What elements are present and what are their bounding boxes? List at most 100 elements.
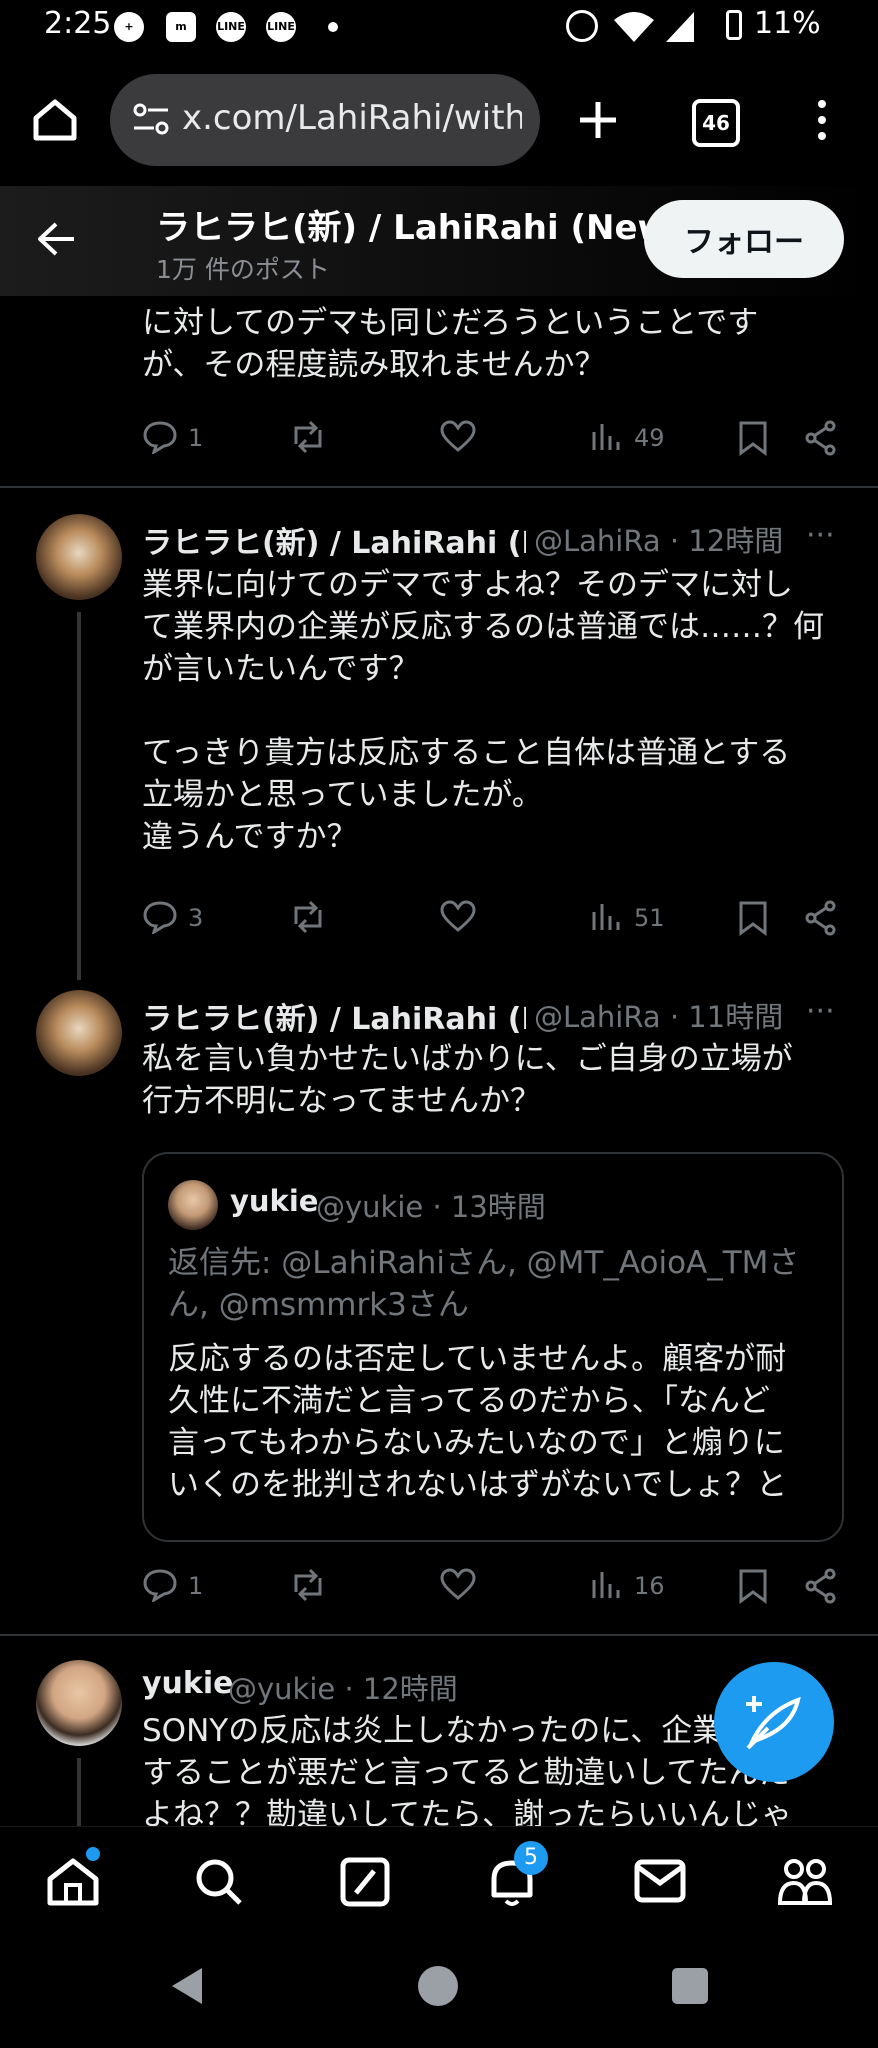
reply-to-line: ん, @msmmrk3さん [168, 1287, 469, 1323]
compose-button[interactable] [714, 1662, 834, 1782]
retweet-icon[interactable] [288, 420, 328, 460]
tweet-text: に対してのデマも同じだろうということです が、その程度読み取れませんか？ [142, 302, 758, 386]
tweet-text-line: に対してのデマも同じだろうということです [142, 305, 759, 341]
tweet-author-name[interactable]: ラヒラヒ(新) / LahiRahi (Ne [142, 518, 526, 562]
tweet-author-name[interactable]: ラヒラヒ(新) / LahiRahi (Ne [142, 994, 526, 1038]
tweet-text-line: て業界内の企業が反応するのは普通では……？何 [142, 609, 824, 645]
reply-count: 3 [188, 904, 204, 932]
more-icon[interactable]: ··· [806, 518, 835, 553]
tweet-text-line: が言いたいんです？ [142, 651, 420, 687]
tweet-text-line: 行方不明になってませんか？ [142, 1083, 541, 1119]
bookmark-icon[interactable] [738, 900, 768, 942]
quoted-author-name[interactable]: yukie [230, 1184, 318, 1218]
views-icon[interactable] [590, 420, 622, 460]
tweet-divider [0, 486, 878, 488]
notification-badge: 5 [514, 1841, 548, 1875]
site-settings-icon[interactable] [132, 102, 172, 138]
tweet-author-name[interactable]: yukie [142, 1666, 234, 1701]
communities-tab-icon[interactable] [776, 1855, 834, 1911]
tweet-text-line: が、その程度読み取れませんか？ [142, 347, 606, 383]
tweet-actions: 1 49 [142, 420, 842, 460]
thread-line [77, 1758, 81, 1828]
tweet-actions: 3 51 [142, 900, 842, 940]
new-tab-icon[interactable] [578, 100, 618, 140]
bottom-nav: 5 [0, 1826, 878, 1937]
tab-switcher-button[interactable]: 46 [692, 99, 740, 147]
bookmark-icon[interactable] [738, 420, 768, 462]
views-count: 51 [634, 904, 665, 932]
tweet-text-line: 立場かと思っていましたが。 [142, 777, 543, 813]
views-count: 49 [634, 424, 665, 452]
reply-to-text: 返信先: @LahiRahiさん, @MT_AoioA_TMさ ん, @msmm… [168, 1242, 799, 1326]
reply-icon[interactable] [142, 420, 178, 460]
home-icon[interactable] [32, 98, 78, 142]
avatar[interactable] [36, 514, 122, 600]
reply-icon[interactable] [142, 900, 178, 940]
tweet-handle-time[interactable]: @yukie · 12時間 [228, 1666, 458, 1708]
tweet-text-line: てっきり貴方は反応すること自体は普通とする [142, 735, 791, 771]
like-icon[interactable] [440, 1568, 476, 1608]
status-bar: 2:25 + m LINE LINE 11% [0, 0, 878, 54]
tweet-handle-time[interactable]: @LahiRa · 12時間 [534, 518, 783, 560]
wifi-icon [614, 12, 654, 42]
tweet-text-line: することが悪だと言ってると勘違いしてたんだ [142, 1755, 791, 1791]
tweet-handle-time[interactable]: @LahiRa · 11時間 [534, 994, 783, 1036]
search-tab-icon[interactable] [194, 1857, 244, 1911]
battery-percent: 11% [754, 6, 821, 41]
tweet-text-line: 違うんですか？ [142, 819, 358, 855]
quoted-text-line: 言ってもわからないみたいなので」と煽りに [168, 1425, 785, 1461]
like-icon[interactable] [440, 420, 476, 460]
back-nav-icon[interactable] [170, 1966, 204, 2006]
unread-dot [86, 1847, 100, 1861]
system-nav-bar [0, 1940, 878, 2048]
like-icon[interactable] [440, 900, 476, 940]
reply-count: 1 [188, 1572, 204, 1600]
line-icon: LINE [266, 12, 296, 42]
status-time: 2:25 [44, 6, 112, 41]
views-icon[interactable] [590, 900, 622, 940]
views-icon[interactable] [590, 1568, 622, 1608]
reply-icon[interactable] [142, 1568, 178, 1608]
thread-line [77, 612, 81, 980]
bookmark-icon[interactable] [738, 1568, 768, 1610]
back-arrow-icon[interactable] [38, 222, 76, 256]
post-count: 1万 件のポスト [156, 255, 330, 284]
recents-nav-icon[interactable] [672, 1968, 708, 2004]
plus-badge-icon: + [114, 12, 144, 42]
avatar[interactable] [36, 990, 122, 1076]
home-nav-icon[interactable] [418, 1966, 458, 2006]
tweet-text-line [142, 690, 824, 732]
quoted-text-line: 久性に不満だと言ってるのだから、「なんど [168, 1383, 771, 1419]
share-icon[interactable] [804, 420, 838, 462]
more-options-icon[interactable] [812, 98, 832, 142]
tweet-divider [0, 1634, 878, 1636]
home-tab-icon[interactable] [46, 1857, 100, 1911]
more-notifications-icon [328, 22, 338, 32]
quoted-text: 反応するのは否定していませんよ。顧客が耐 久性に不満だと言ってるのだから、「なん… [168, 1338, 787, 1506]
reply-to-line: 返信先: @LahiRahiさん, @MT_AoioA_TMさ [168, 1245, 800, 1281]
more-icon[interactable]: ··· [806, 994, 835, 1029]
reply-count: 1 [188, 424, 204, 452]
retweet-icon[interactable] [288, 1568, 328, 1608]
quoted-text-line: いくのを批判されないはずがないでしょ？と [168, 1467, 788, 1503]
url-text[interactable]: x.com/LahiRahi/with_ [182, 98, 522, 138]
avatar[interactable] [36, 1660, 122, 1746]
signal-icon [666, 12, 694, 42]
views-count: 16 [634, 1572, 665, 1600]
alarm-icon [566, 10, 598, 42]
share-icon[interactable] [804, 1568, 838, 1610]
url-bar[interactable]: x.com/LahiRahi/with_ [110, 74, 540, 166]
messages-tab-icon[interactable] [634, 1859, 686, 1907]
quoted-handle-time[interactable]: @yukie · 13時間 [316, 1184, 546, 1226]
tweet-text-line: SONYの反応は炎上しなかったのに、企業 [142, 1713, 724, 1749]
share-icon[interactable] [804, 900, 838, 942]
tweet-text: 業界に向けてのデマですよね？そのデマに対し て業界内の企業が反応するのは普通では… [142, 564, 824, 858]
retweet-icon[interactable] [288, 900, 328, 940]
avatar[interactable] [168, 1180, 218, 1230]
quoted-tweet[interactable]: yukie @yukie · 13時間 返信先: @LahiRahiさん, @M… [142, 1152, 844, 1542]
follow-button[interactable]: フォロー [644, 200, 844, 278]
grok-tab-icon[interactable] [340, 1857, 390, 1911]
tweet-actions: 1 16 [142, 1568, 842, 1608]
tweet-text: 私を言い負かせたいばかりに、ご自身の立場が 行方不明になってませんか？ [142, 1038, 793, 1122]
quoted-text-line: 反応するのは否定していませんよ。顧客が耐 [168, 1341, 787, 1377]
